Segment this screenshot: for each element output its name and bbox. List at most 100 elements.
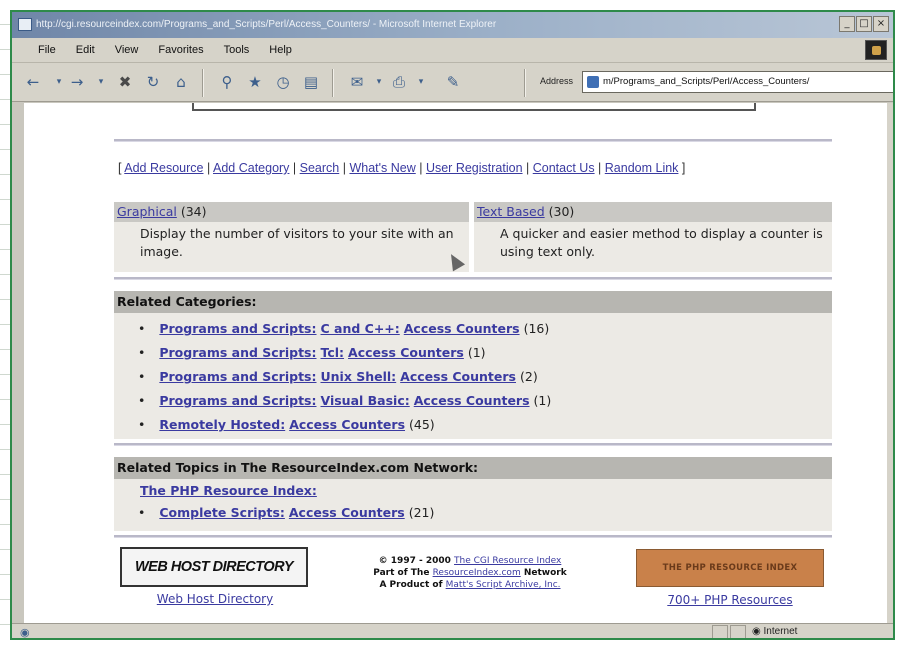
- category-parent-link[interactable]: Programs and Scripts:: [159, 393, 316, 408]
- category-header: Graphical (34): [114, 202, 469, 222]
- category-graphical: Graphical (34) Display the number of vis…: [114, 202, 469, 272]
- title-bar: http://cgi.resourceindex.com/Programs_an…: [12, 12, 893, 38]
- related-categories-list: Programs and Scripts: C and C++: Access …: [114, 313, 832, 441]
- category-parent-link[interactable]: Programs and Scripts:: [159, 345, 316, 360]
- cgi-resource-index-link[interactable]: The CGI Resource Index: [454, 556, 561, 566]
- menu-tools[interactable]: Tools: [224, 44, 250, 56]
- list-item: Programs and Scripts: Unix Shell: Access…: [138, 365, 832, 389]
- menu-file[interactable]: File: [38, 44, 56, 56]
- link-search[interactable]: Search: [300, 161, 340, 175]
- print-icon[interactable]: ⎙: [388, 71, 410, 93]
- part-of-line: Part of The ResourceIndex.com Network: [320, 567, 620, 579]
- window-controls: _ □ ×: [839, 16, 889, 32]
- category-link[interactable]: Access Counters: [404, 321, 520, 336]
- php-resource-index-logo[interactable]: THE PHP RESOURCE INDEX: [636, 549, 824, 587]
- category-description: A quicker and easier method to display a…: [500, 226, 823, 259]
- category-link[interactable]: Access Counters: [289, 417, 405, 432]
- menu-help[interactable]: Help: [269, 44, 292, 56]
- category-count: (16): [523, 321, 550, 336]
- network-site: The PHP Resource Index:: [114, 479, 832, 501]
- link-contact-us[interactable]: Contact Us: [533, 161, 595, 175]
- close-button[interactable]: ×: [873, 16, 889, 32]
- history-icon[interactable]: ◷: [272, 71, 294, 93]
- php-resources-link[interactable]: 700+ PHP Resources: [667, 593, 792, 607]
- web-host-directory-caption: Web Host Directory: [120, 592, 310, 606]
- category-count: (45): [409, 417, 435, 432]
- page-status-icon: ◉: [20, 627, 30, 639]
- category-count: (34): [180, 204, 207, 219]
- category-link[interactable]: Access Counters: [289, 505, 405, 520]
- list-item: Programs and Scripts: Tcl: Access Counte…: [138, 341, 832, 365]
- copyright-text: © 1997 - 2000: [378, 556, 451, 566]
- category-link[interactable]: Text Based: [477, 204, 545, 219]
- link-whats-new[interactable]: What's New: [349, 161, 415, 175]
- menu-bar: File Edit View Favorites Tools Help: [12, 38, 893, 62]
- link-add-category[interactable]: Add Category: [213, 161, 289, 175]
- print-dropdown-icon[interactable]: ▾: [410, 71, 432, 93]
- category-sub-link[interactable]: Unix Shell:: [320, 369, 396, 384]
- toolbar: ← ▾ → ▾ ✖ ↻ ⌂ ⚲ ★ ◷ ▤ ✉ ▾ ⎙ ▾ ✎ Address …: [12, 62, 893, 102]
- category-parent-link[interactable]: Remotely Hosted:: [159, 417, 285, 432]
- maximize-button[interactable]: □: [856, 16, 872, 32]
- address-value: m/Programs_and_Scripts/Perl/Access_Count…: [603, 76, 810, 87]
- link-user-registration[interactable]: User Registration: [426, 161, 523, 175]
- link-add-resource[interactable]: Add Resource: [124, 161, 203, 175]
- category-text-based: Text Based (30) A quicker and easier met…: [474, 202, 832, 272]
- matts-script-archive-link[interactable]: Matt's Script Archive, Inc.: [446, 580, 561, 590]
- mail-icon[interactable]: ✉: [346, 71, 368, 93]
- category-sub-link[interactable]: Visual Basic:: [320, 393, 409, 408]
- category-parent-link[interactable]: Complete Scripts:: [159, 505, 285, 520]
- copyright-line: © 1997 - 2000 The CGI Resource Index: [320, 555, 620, 567]
- menu-edit[interactable]: Edit: [76, 44, 95, 56]
- mail-dropdown-icon[interactable]: ▾: [368, 71, 390, 93]
- forward-dropdown-icon[interactable]: ▾: [90, 71, 112, 93]
- category-sub-link[interactable]: C and C++:: [320, 321, 399, 336]
- product-of-line: A Product of Matt's Script Archive, Inc.: [320, 579, 620, 591]
- status-pane: [712, 625, 728, 638]
- category-count: (21): [408, 505, 435, 520]
- category-link[interactable]: Access Counters: [414, 393, 530, 408]
- menu-favorites[interactable]: Favorites: [158, 44, 203, 56]
- favorites-icon[interactable]: ★: [244, 71, 266, 93]
- channels-icon[interactable]: ▤: [300, 71, 322, 93]
- divider: [114, 535, 832, 538]
- category-parent-link[interactable]: Programs and Scripts:: [159, 369, 316, 384]
- stop-icon[interactable]: ✖: [114, 71, 136, 93]
- category-sub-link[interactable]: Tcl:: [320, 345, 344, 360]
- scrollbar[interactable]: [887, 103, 893, 633]
- address-bar[interactable]: m/Programs_and_Scripts/Perl/Access_Count…: [582, 71, 893, 93]
- list-item: Programs and Scripts: Visual Basic: Acce…: [138, 389, 832, 413]
- related-categories: Related Categories: Programs and Scripts…: [114, 291, 832, 439]
- forward-arrow-icon[interactable]: →: [66, 71, 88, 93]
- category-parent-link[interactable]: Programs and Scripts:: [159, 321, 316, 336]
- link-random-link[interactable]: Random Link: [605, 161, 679, 175]
- category-link[interactable]: Graphical: [117, 204, 177, 219]
- category-count: (2): [519, 369, 538, 384]
- product-of-text: A Product of: [379, 580, 443, 590]
- web-host-directory-logo[interactable]: WEB HOST DIRECTORY: [120, 547, 308, 587]
- home-icon[interactable]: ⌂: [170, 71, 192, 93]
- back-arrow-icon[interactable]: ←: [22, 71, 44, 93]
- category-count: (1): [467, 345, 486, 360]
- category-link[interactable]: Access Counters: [400, 369, 516, 384]
- menu-view[interactable]: View: [115, 44, 139, 56]
- category-header: Text Based (30): [474, 202, 832, 222]
- network-site-link[interactable]: The PHP Resource Index:: [140, 483, 317, 498]
- category-count: (30): [548, 204, 575, 219]
- browser-window: http://cgi.resourceindex.com/Programs_an…: [10, 10, 895, 640]
- search-icon[interactable]: ⚲: [216, 71, 238, 93]
- related-topics: Related Topics in The ResourceIndex.com …: [114, 457, 832, 531]
- network-text: Network: [523, 568, 567, 578]
- part-of-text: Part of The: [373, 568, 430, 578]
- category-link[interactable]: Access Counters: [348, 345, 464, 360]
- page-icon: [587, 76, 599, 88]
- web-host-directory-link[interactable]: Web Host Directory: [157, 592, 273, 606]
- minimize-button[interactable]: _: [839, 16, 855, 32]
- php-resources-caption: 700+ PHP Resources: [636, 593, 824, 607]
- page-background-lines: [0, 0, 10, 648]
- resourceindex-link[interactable]: ResourceIndex.com: [433, 568, 521, 578]
- refresh-icon[interactable]: ↻: [142, 71, 164, 93]
- window-title: http://cgi.resourceindex.com/Programs_an…: [36, 19, 497, 30]
- edit-icon[interactable]: ✎: [442, 71, 464, 93]
- nav-links: [ Add Resource | Add Category | Search |…: [118, 161, 686, 175]
